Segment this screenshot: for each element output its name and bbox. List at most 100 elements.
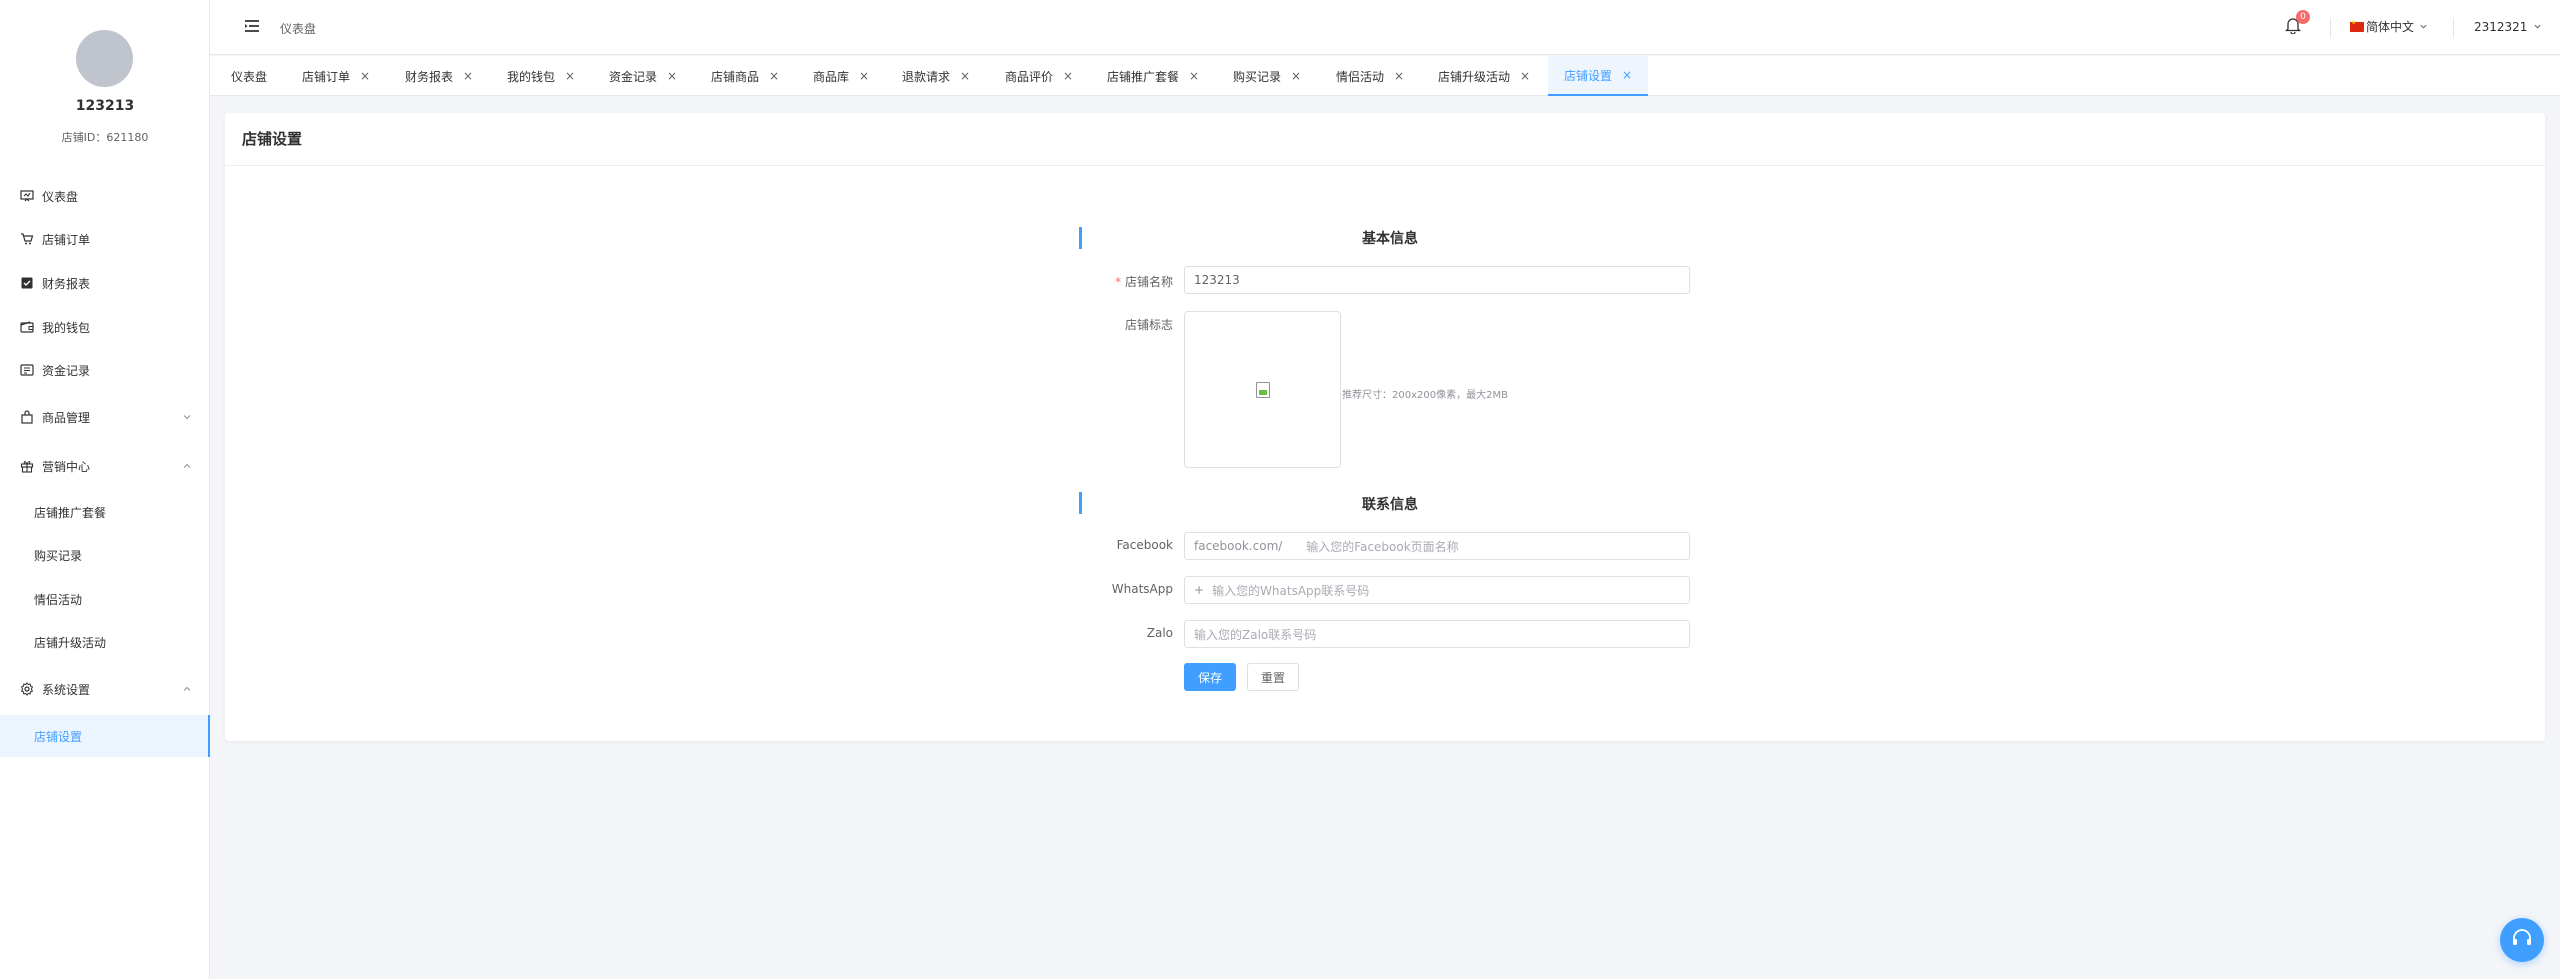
required-mark: *	[1115, 275, 1122, 289]
tab-goods-reviews[interactable]: 商品评价 ×	[1005, 56, 1073, 96]
tab-label: 店铺推广套餐	[1107, 69, 1180, 84]
shop-name-label-text: 店铺名称	[1124, 275, 1173, 289]
close-icon[interactable]: ×	[1291, 69, 1301, 83]
tab-label: 店铺商品	[711, 69, 760, 84]
tab-couple-activity[interactable]: 情侣活动 ×	[1336, 56, 1404, 96]
sidebar-item-label: 店铺设置	[34, 729, 83, 744]
shop-logo-label: 店铺标志	[1124, 318, 1173, 332]
close-icon[interactable]: ×	[960, 69, 970, 83]
logo-upload[interactable]	[1184, 311, 1341, 468]
sidebar-item-label: 财务报表	[42, 276, 91, 291]
sidebar-item-label: 仪表盘	[42, 189, 79, 204]
facebook-input[interactable]: facebook.com/ 输入您的Facebook页面名称	[1184, 532, 1690, 560]
close-icon[interactable]: ×	[859, 69, 869, 83]
sidebar-item-label: 系统设置	[42, 682, 91, 697]
zalo-input[interactable]: 输入您的Zalo联系号码	[1184, 620, 1690, 648]
sidebar-item-marketing-center[interactable]: 营销中心	[0, 446, 210, 486]
page-title: 店铺设置	[242, 130, 303, 148]
whatsapp-input[interactable]: + 输入您的WhatsApp联系号码	[1184, 576, 1690, 604]
menu-toggle-icon[interactable]	[244, 19, 260, 37]
tab-shop-settings[interactable]: 店铺设置 ×	[1548, 56, 1649, 96]
breadcrumb[interactable]: 仪表盘	[280, 20, 316, 37]
whatsapp-placeholder: 输入您的WhatsApp联系号码	[1212, 583, 1370, 598]
sidebar-item-system-settings[interactable]: 系统设置	[0, 669, 210, 709]
sidebar-item-upgrade-activity[interactable]: 店铺升级活动	[0, 622, 210, 662]
tab-wallet[interactable]: 我的钱包 ×	[507, 56, 575, 96]
close-icon[interactable]: ×	[1394, 69, 1404, 83]
sidebar: 123213 店铺ID：621180 仪表盘 店铺订单 财务报表 我的钱包 资金…	[0, 0, 210, 979]
whatsapp-label: WhatsApp	[1111, 582, 1173, 596]
logo-hint: 推荐尺寸：200x200像素，最大2MB	[1342, 390, 1508, 401]
divider	[225, 165, 2545, 166]
tab-shop-orders[interactable]: 店铺订单 ×	[302, 56, 370, 96]
tab-fund-records[interactable]: 资金记录 ×	[609, 56, 677, 96]
language-selector[interactable]: 简体中文	[2350, 18, 2428, 35]
chevron-down-icon	[2419, 20, 2428, 34]
tab-upgrade-activity[interactable]: 店铺升级活动 ×	[1438, 56, 1530, 96]
tab-finance-report[interactable]: 财务报表 ×	[405, 56, 473, 96]
sidebar-item-promo-package[interactable]: 店铺推广套餐	[0, 492, 210, 532]
zalo-label: Zalo	[1146, 626, 1173, 640]
facebook-prefix: facebook.com/	[1194, 539, 1283, 553]
sidebar-item-label: 店铺升级活动	[34, 635, 107, 650]
header-divider	[2453, 18, 2454, 38]
tab-shop-goods[interactable]: 店铺商品 ×	[711, 56, 779, 96]
tab-promo-package[interactable]: 店铺推广套餐 ×	[1107, 56, 1199, 96]
close-icon[interactable]: ×	[360, 69, 370, 83]
tab-label: 商品库	[813, 69, 850, 84]
tab-label: 购买记录	[1233, 69, 1282, 84]
section-marker	[1079, 227, 1082, 249]
sidebar-item-label: 我的钱包	[42, 320, 91, 335]
tab-dashboard[interactable]: 仪表盘	[231, 56, 267, 96]
tab-goods-library[interactable]: 商品库 ×	[813, 56, 869, 96]
close-icon[interactable]: ×	[463, 69, 473, 83]
sidebar-item-label: 资金记录	[42, 363, 91, 378]
header-divider	[2330, 18, 2331, 38]
notification-badge: 0	[2296, 10, 2310, 24]
close-icon[interactable]: ×	[565, 69, 575, 83]
close-icon[interactable]: ×	[667, 69, 677, 83]
tab-bar: 仪表盘 店铺订单 × 财务报表 × 我的钱包 × 资金记录 × 店铺商品 × 商…	[210, 56, 2560, 96]
sidebar-item-wallet[interactable]: 我的钱包	[0, 307, 210, 347]
close-icon[interactable]: ×	[769, 69, 779, 83]
sidebar-item-goods-management[interactable]: 商品管理	[0, 397, 210, 437]
chevron-down-icon	[2533, 20, 2542, 34]
tab-label: 资金记录	[609, 69, 658, 84]
close-icon[interactable]: ×	[1189, 69, 1199, 83]
dashboard-icon	[20, 189, 34, 203]
shop-id: 店铺ID：621180	[61, 131, 149, 144]
tab-purchase-records[interactable]: 购买记录 ×	[1233, 56, 1301, 96]
sidebar-item-orders[interactable]: 店铺订单	[0, 219, 210, 259]
close-icon[interactable]: ×	[1520, 69, 1530, 83]
user-menu[interactable]: 2312321	[2474, 20, 2542, 34]
tab-label: 财务报表	[405, 69, 454, 84]
save-button[interactable]: 保存	[1184, 663, 1236, 691]
sidebar-item-fund-records[interactable]: 资金记录	[0, 350, 210, 390]
report-icon	[20, 276, 34, 290]
zalo-placeholder: 输入您的Zalo联系号码	[1194, 627, 1317, 642]
wallet-icon	[20, 320, 34, 334]
close-icon[interactable]: ×	[1063, 69, 1073, 83]
sidebar-item-finance-report[interactable]: 财务报表	[0, 263, 210, 303]
whatsapp-prefix: +	[1194, 583, 1205, 597]
sidebar-item-label: 店铺订单	[42, 232, 91, 247]
tab-label: 店铺设置	[1564, 68, 1613, 83]
tab-refund-requests[interactable]: 退款请求 ×	[902, 56, 970, 96]
reset-button[interactable]: 重置	[1247, 663, 1299, 691]
headset-icon	[2511, 928, 2533, 952]
avatar	[76, 30, 133, 87]
image-placeholder-icon	[1255, 381, 1270, 398]
cart-icon	[20, 232, 34, 246]
tab-label: 仪表盘	[231, 69, 268, 84]
customer-service-button[interactable]	[2500, 918, 2544, 962]
sidebar-item-dashboard[interactable]: 仪表盘	[0, 176, 210, 216]
shop-name-input[interactable]: 123213	[1184, 266, 1690, 294]
sidebar-item-label: 店铺推广套餐	[34, 505, 107, 520]
close-icon[interactable]: ×	[1622, 68, 1632, 82]
sidebar-item-couple-activity[interactable]: 情侣活动	[0, 579, 210, 619]
sidebar-item-purchase-records[interactable]: 购买记录	[0, 535, 210, 575]
facebook-placeholder: 输入您的Facebook页面名称	[1306, 539, 1459, 554]
sidebar-item-shop-settings[interactable]: 店铺设置	[0, 715, 210, 757]
fund-record-icon	[20, 363, 34, 377]
chevron-up-icon	[182, 460, 192, 474]
